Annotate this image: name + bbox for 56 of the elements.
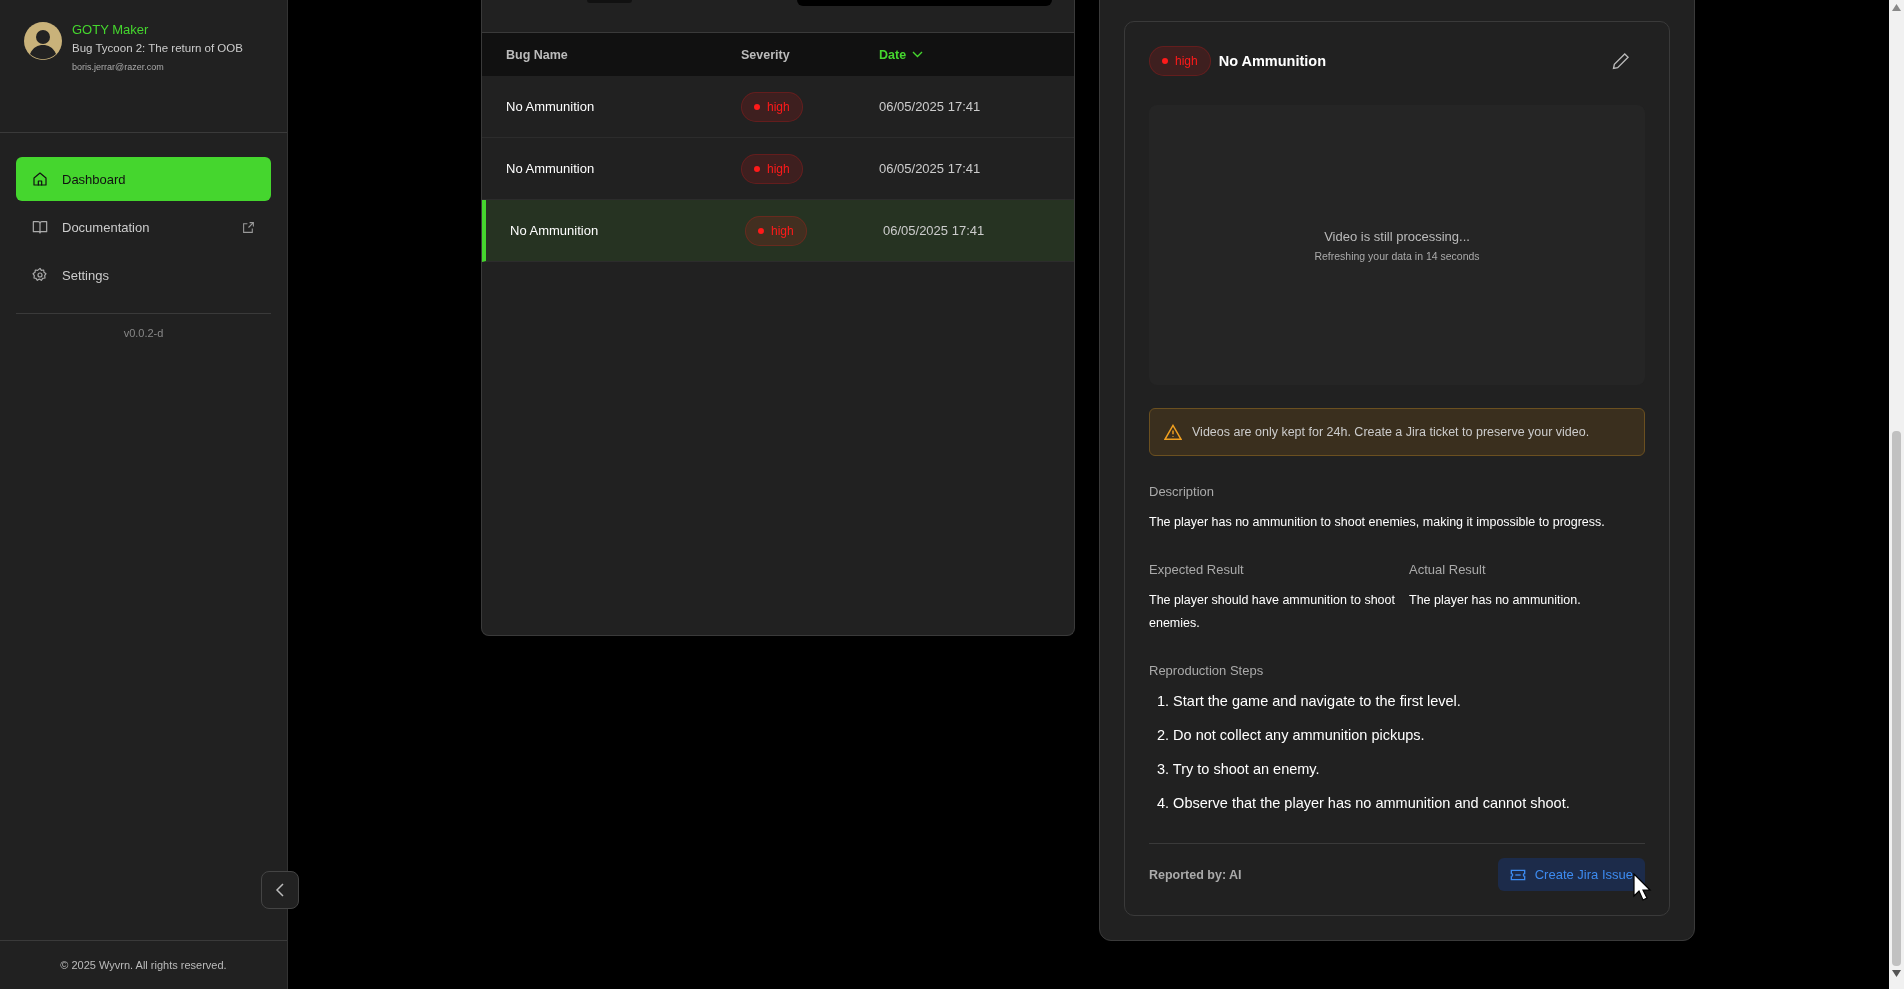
chevron-left-icon	[275, 883, 285, 897]
user-name: GOTY Maker	[72, 22, 150, 37]
section-label: Description	[1149, 484, 1216, 499]
step-text: 1. Start the game and navigate to the first level.	[1157, 692, 1462, 711]
table-row[interactable]: No Ammunition high 06/05/2025 17:41	[482, 76, 1074, 138]
table-row[interactable]: No Ammunition high 06/05/2025 17:41	[482, 200, 1074, 262]
bug-name: No Ammunition	[506, 99, 596, 114]
severity-badge: high	[741, 153, 803, 184]
video-status: Video is still processing...	[1324, 228, 1470, 244]
version-label: v0.0.2-d	[122, 327, 165, 339]
create-jira-button[interactable]: Create Jira Issue	[1497, 858, 1645, 891]
section-label: Reproduction Steps	[1149, 663, 1265, 678]
project-name: Bug Tycoon 2: The return of OOB	[72, 42, 243, 54]
scroll-down-icon[interactable]	[1892, 970, 1901, 977]
scrollbar[interactable]	[1889, 0, 1904, 989]
nav-item[interactable]: Documentation	[16, 205, 271, 249]
ticket-icon	[1509, 868, 1526, 881]
avatar-icon	[24, 22, 62, 60]
cursor-icon	[1633, 873, 1653, 903]
collapse-button[interactable]	[261, 871, 299, 909]
severity-badge: high	[741, 91, 803, 122]
sort-chevron-icon	[912, 51, 924, 58]
warning-text: Videos are only kept for 24h. Create a Jira ticket to preserve your video.	[1192, 425, 1590, 439]
step-text: 4. Observe that the player has no ammunition and cannot shoot.	[1157, 794, 1571, 813]
section-label: Actual Result	[1409, 562, 1487, 577]
settings-icon	[32, 267, 48, 283]
copyright-text: © 2025 Wyvrn. All rights reserved.	[60, 959, 227, 971]
bug-name: No Ammunition	[506, 161, 596, 176]
expected-text: The player should have ammunition to shoot enemies.	[1149, 592, 1396, 632]
bug-date: 06/05/2025 17:41	[879, 161, 982, 176]
refresh-note: Refreshing your data in 14 seconds	[1314, 249, 1480, 262]
description-text: The player has no ammunition to shoot enemies, making it impossible to progress.	[1149, 514, 1606, 531]
bug-name: No Ammunition	[510, 223, 600, 238]
edit-button[interactable]	[1611, 51, 1631, 71]
nav-item[interactable]: Dashboard	[16, 157, 271, 201]
warning-icon	[1164, 424, 1182, 440]
book-icon	[32, 219, 48, 235]
actual-text: The player has no ammunition.	[1409, 592, 1582, 609]
nav-item[interactable]: Settings	[16, 253, 271, 297]
bug-title: No Ammunition	[1218, 53, 1328, 69]
bug-date: 06/05/2025 17:41	[879, 99, 982, 114]
scroll-thumb[interactable]	[1892, 431, 1901, 966]
reporter-text: Reported by: AI	[1149, 867, 1242, 882]
severity-badge: high	[1149, 46, 1211, 76]
pencil-icon	[1611, 51, 1631, 71]
column-header[interactable]: Date	[879, 47, 1074, 62]
bug-date: 06/05/2025 17:41	[883, 223, 986, 238]
home-icon	[32, 171, 48, 187]
step-text: 3. Try to shoot an enemy.	[1157, 760, 1321, 779]
scroll-up-icon[interactable]	[1892, 4, 1901, 11]
severity-badge: high	[745, 215, 807, 246]
user-email: boris.jerrar@razer.com	[72, 62, 165, 72]
column-header[interactable]: Severity	[741, 47, 879, 62]
column-header[interactable]: Bug Name	[506, 47, 741, 62]
step-text: 2. Do not collect any ammunition pickups.	[1157, 726, 1426, 745]
section-label: Expected Result	[1149, 562, 1245, 577]
